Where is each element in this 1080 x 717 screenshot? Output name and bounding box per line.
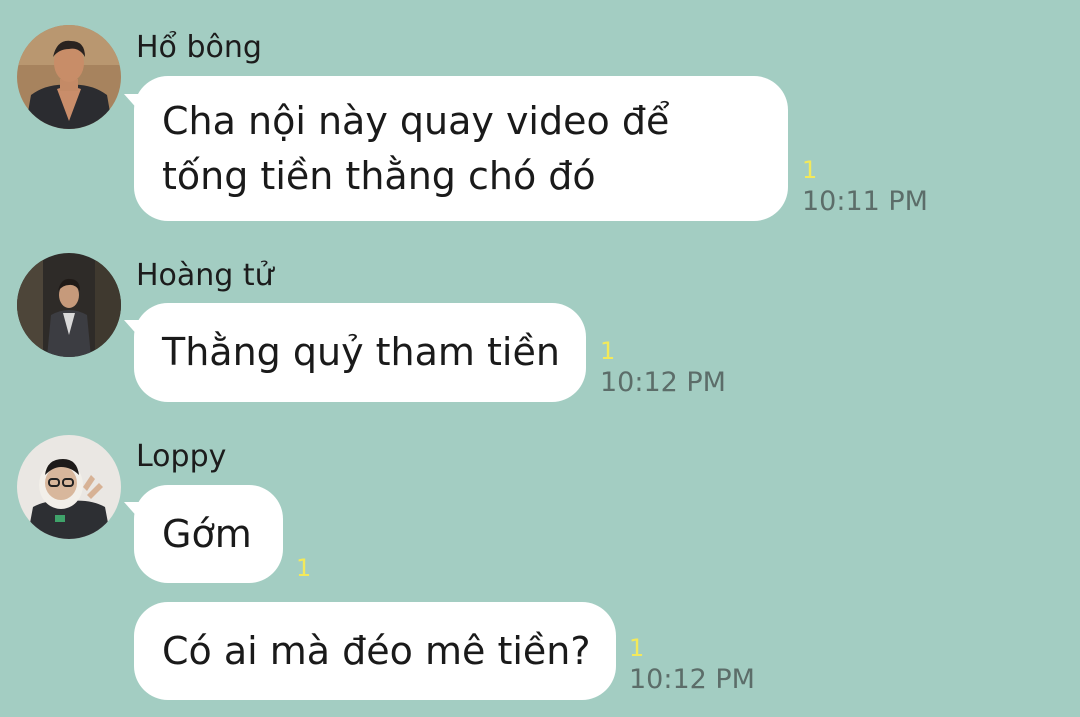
read-count: 1	[802, 156, 818, 184]
message-bubble[interactable]: Gớm	[134, 485, 283, 583]
message-bubble[interactable]: Có ai mà đéo mê tiền?	[134, 602, 616, 700]
avatar-loppy[interactable]	[17, 435, 121, 539]
timestamp: 10:12 PM	[600, 367, 726, 398]
avatar-hobong[interactable]	[17, 25, 121, 129]
message-text: Thằng quỷ tham tiền	[162, 330, 560, 374]
message-text: Cha nội này quay video để tống tiền thằn…	[162, 98, 670, 198]
message-bubble[interactable]: Cha nội này quay video để tống tiền thằn…	[134, 76, 788, 221]
timestamp: 10:12 PM	[629, 664, 755, 695]
message-meta: 1 10:11 PM	[802, 158, 928, 215]
message-meta: 1 10:12 PM	[629, 636, 755, 693]
message-meta: 1 10:12 PM	[600, 339, 726, 396]
message-text: Có ai mà đéo mê tiền?	[162, 628, 591, 673]
read-count: 1	[600, 337, 616, 365]
avatar-hoangtu[interactable]	[17, 253, 121, 357]
timestamp: 10:11 PM	[802, 186, 928, 217]
sender-name: Hoàng tử	[136, 258, 274, 293]
read-count: 1	[296, 554, 312, 582]
message-bubble[interactable]: Thằng quỷ tham tiền	[134, 303, 586, 402]
chat-window: Hổ bông Cha nội này quay video để tống t…	[0, 0, 1080, 717]
message-text: Gớm	[162, 511, 252, 556]
sender-name: Hổ bông	[136, 30, 262, 65]
message-meta: 1	[296, 556, 311, 586]
read-count: 1	[629, 634, 645, 662]
sender-name: Loppy	[136, 439, 227, 474]
